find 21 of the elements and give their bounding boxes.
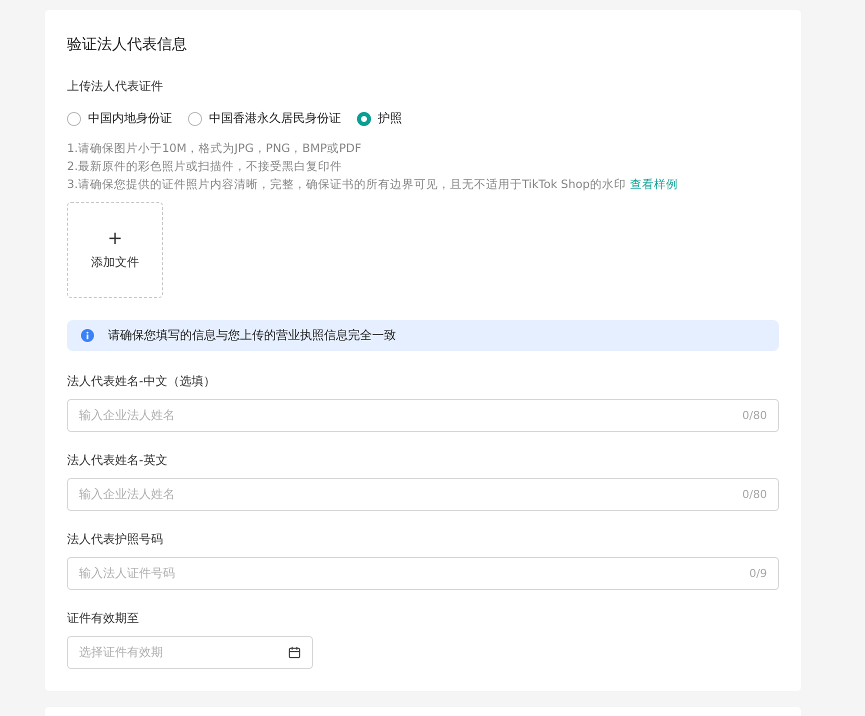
radio-option[interactable]: 护照 bbox=[357, 110, 402, 127]
field-label: 证件有效期至 bbox=[67, 610, 140, 626]
date-field[interactable]: 选择证件有效期 bbox=[67, 636, 313, 669]
field-label: 上传法人代表证件 bbox=[67, 78, 164, 94]
requirement-note: 2.最新原件的彩色照片或扫描件，不接受黑白复印件 bbox=[67, 158, 343, 175]
input-field[interactable]: 输入企业法人姓名 0/80 bbox=[67, 478, 779, 511]
field-label: 法人代表护照号码 bbox=[67, 531, 164, 547]
info-icon bbox=[81, 329, 94, 342]
section-title: 验证法人代表信息 bbox=[67, 34, 188, 54]
field-label: 法人代表姓名-中文（选填） bbox=[67, 373, 216, 389]
field-label: 法人代表姓名-英文 bbox=[67, 452, 168, 468]
add-file-button[interactable]: + 添加文件 bbox=[67, 202, 163, 298]
requirement-note: 1.请确保图片小于10M，格式为JPG，PNG，BMP或PDF bbox=[67, 140, 362, 157]
sample-link[interactable]: 查看样例 bbox=[630, 177, 678, 191]
requirement-note: 3.请确保您提供的证件照片内容清晰，完整，确保证书的所有边界可见，且无不适用于TikTok Shop的水印 查看样例 bbox=[67, 176, 679, 193]
calendar-icon bbox=[288, 646, 301, 659]
radio-option[interactable]: 中国内地身份证 bbox=[67, 110, 172, 127]
radio-option[interactable]: 中国香港永久居民身份证 bbox=[188, 110, 341, 127]
info-text: 请确保您填写的信息与您上传的营业执照信息完全一致 bbox=[108, 327, 396, 344]
input-field[interactable]: 输入法人证件号码 0/9 bbox=[67, 557, 779, 590]
input-field[interactable]: 输入企业法人姓名 0/80 bbox=[67, 399, 779, 432]
